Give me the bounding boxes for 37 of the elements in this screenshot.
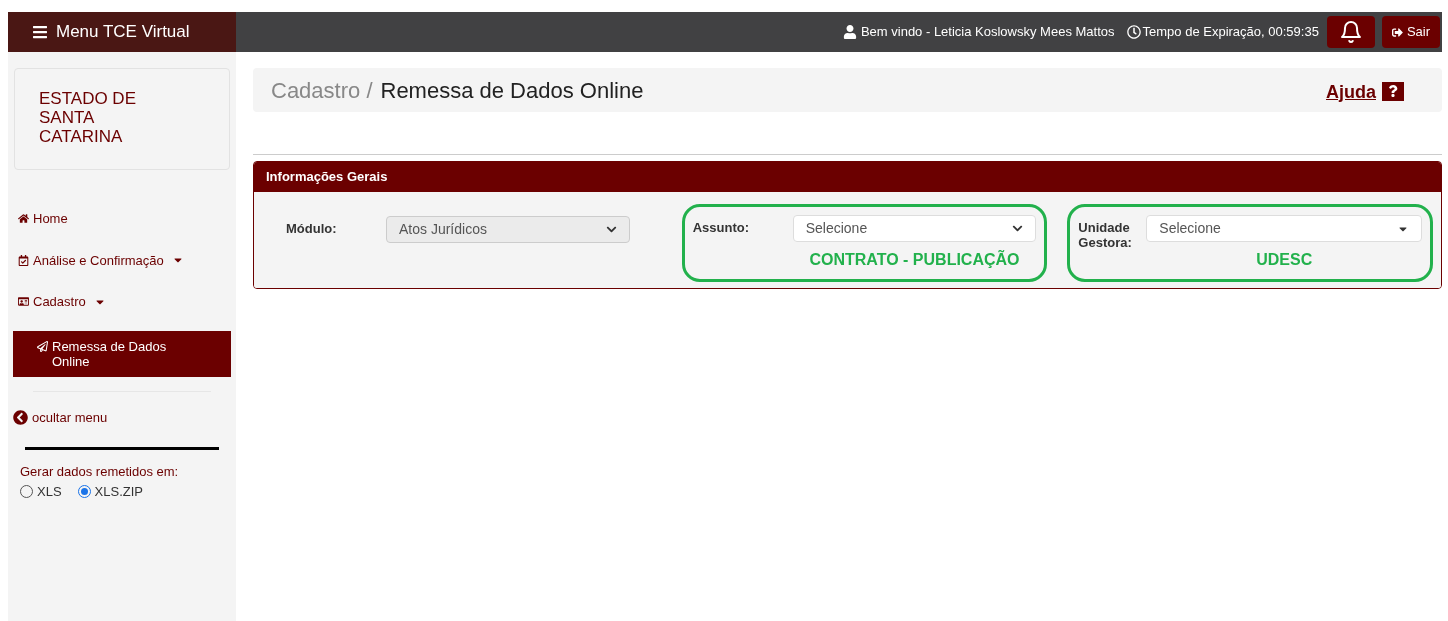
notifications-button[interactable] xyxy=(1326,16,1375,48)
bell-icon xyxy=(1338,20,1363,44)
user-icon xyxy=(842,25,857,39)
welcome-text: Bem vindo - Leticia Koslowsky Mees Mattos xyxy=(860,23,1115,42)
sidebar-item[interactable]: Análise e Confirmação xyxy=(13,239,231,281)
page-title: Remessa de Dados Online xyxy=(380,76,644,105)
help-link[interactable]: Ajuda xyxy=(1326,78,1376,106)
clock-icon xyxy=(1126,25,1141,39)
radio-option[interactable]: XLS xyxy=(20,481,62,501)
logout-button[interactable]: Sair xyxy=(1381,16,1440,48)
calendar-icon xyxy=(18,254,29,266)
logout-icon xyxy=(1391,26,1403,38)
menu-icon xyxy=(32,24,48,40)
expiration-text: Tempo de Expiração, 00:59:35 xyxy=(1142,23,1319,42)
annotation-text: CONTRATO - PUBLICAÇÃO xyxy=(809,249,1020,270)
menu-button[interactable]: Menu TCE Virtual xyxy=(8,12,236,52)
panel-title: Informações Gerais xyxy=(266,168,388,187)
sidebar-item[interactable]: Home xyxy=(13,198,231,240)
hide-menu-link[interactable]: ocultar menu xyxy=(13,407,231,427)
entity-name: ESTADO DE SANTA CATARINA xyxy=(39,89,137,146)
chevron-left-icon xyxy=(13,409,28,425)
chevron-down-icon xyxy=(1012,223,1024,234)
field-label: Unidade Gestora: xyxy=(1078,220,1133,250)
field-label: Módulo: xyxy=(286,221,338,236)
annotation-text: UDESC xyxy=(1256,250,1313,270)
sidebar-item[interactable]: Remessa de Dados Online xyxy=(13,330,231,377)
select-field[interactable]: Selecione xyxy=(1146,215,1422,242)
help-icon[interactable] xyxy=(1382,81,1404,101)
select-field[interactable]: Selecione xyxy=(792,215,1037,242)
paper-plane-icon xyxy=(37,340,48,352)
field-label: Assunto: xyxy=(692,220,750,235)
sidebar-item[interactable]: Cadastro xyxy=(13,281,231,323)
id-card-icon xyxy=(18,296,29,308)
export-label: Gerar dados remetidos em: xyxy=(20,463,180,481)
home-icon xyxy=(18,213,29,225)
chevron-down-icon xyxy=(605,224,617,235)
radio-option[interactable]: XLS.ZIP xyxy=(77,481,143,501)
